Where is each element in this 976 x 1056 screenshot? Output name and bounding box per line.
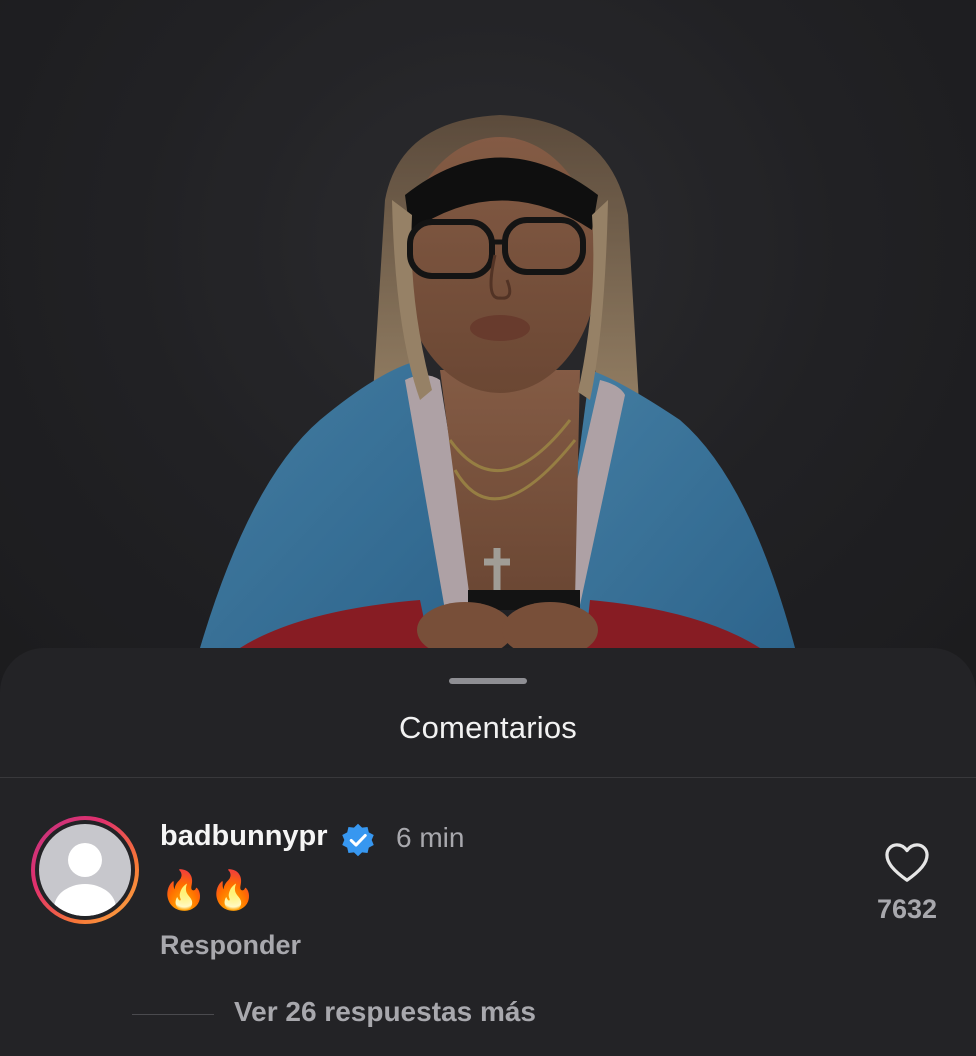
heart-icon[interactable] — [884, 842, 930, 884]
verified-badge-icon — [342, 823, 374, 857]
portrait-illustration — [0, 0, 976, 700]
avatar[interactable] — [31, 816, 139, 924]
like-count: 7632 — [876, 894, 938, 924]
sheet-grabber[interactable] — [449, 678, 527, 684]
comments-sheet: Comentarios badbunnypr 6 min 🔥🔥 Responde… — [0, 648, 976, 1056]
sheet-title: Comentarios — [399, 710, 577, 745]
replies-divider-line — [132, 1014, 214, 1015]
view-replies-button[interactable]: Ver 26 respuestas más — [234, 996, 536, 1028]
comment-text: 🔥🔥 — [160, 868, 259, 912]
reply-button[interactable]: Responder — [160, 930, 301, 961]
divider — [0, 777, 976, 778]
comment-timestamp: 6 min — [396, 822, 465, 853]
comment-username[interactable]: badbunnypr — [160, 820, 328, 853]
post-photo — [0, 0, 976, 700]
default-avatar-icon — [39, 824, 131, 916]
